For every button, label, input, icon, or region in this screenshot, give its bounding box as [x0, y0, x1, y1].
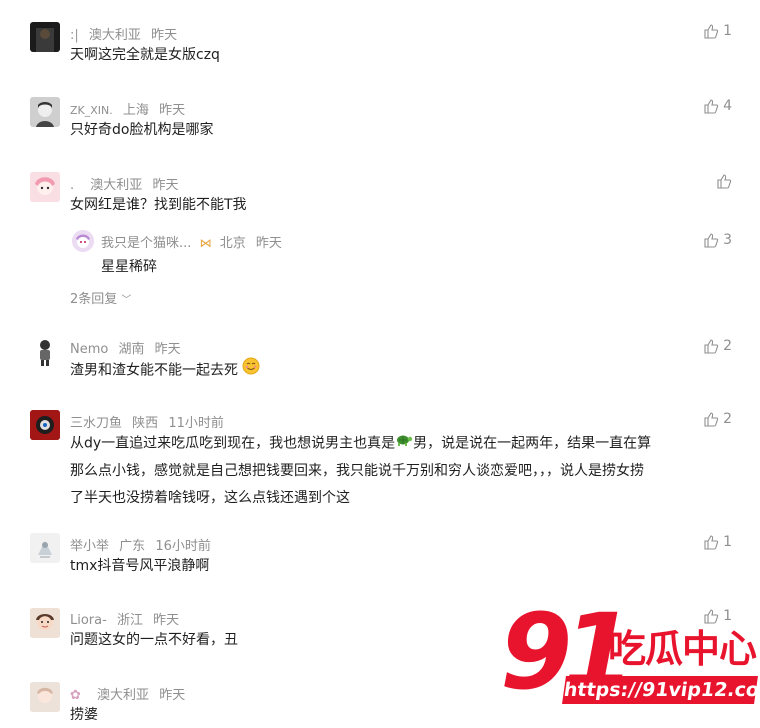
- reply-avatar[interactable]: [72, 230, 94, 252]
- avatar[interactable]: [30, 172, 60, 202]
- location: 澳大利亚: [90, 178, 143, 193]
- avatar[interactable]: [30, 337, 60, 367]
- avatar[interactable]: [30, 22, 60, 52]
- avatar[interactable]: [30, 97, 60, 127]
- comment-meta: :| 澳大利亚 昨天: [70, 24, 183, 43]
- username[interactable]: .: [70, 178, 74, 193]
- like-button[interactable]: 2: [703, 338, 732, 354]
- thumbs-up-icon: [704, 412, 719, 427]
- location: 上海: [122, 103, 149, 118]
- reply-meta: 我只是个猫咪... ⋈ 北京 昨天: [101, 232, 282, 251]
- location: 陕西: [132, 416, 159, 431]
- comment-meta: 三水刀鱼 陕西 11小时前: [70, 412, 230, 431]
- like-button[interactable]: 1: [703, 534, 732, 550]
- thumbs-up-icon: [704, 535, 719, 550]
- turtle-emoji-icon: [395, 430, 413, 457]
- like-count: 1: [723, 534, 732, 550]
- reply-username[interactable]: 我只是个猫咪...: [101, 236, 191, 251]
- like-count: 2: [723, 411, 732, 427]
- more-replies-label: 2条回复: [70, 292, 118, 307]
- flower-icon: ✿: [70, 688, 81, 703]
- chevron-down-icon: ﹀: [121, 295, 132, 306]
- comment-meta: Liora- 浙江 昨天: [70, 609, 185, 628]
- location: 澳大利亚: [97, 688, 150, 703]
- like-button[interactable]: [716, 173, 732, 189]
- thumbs-up-icon: [704, 233, 719, 248]
- watermark-url: https://91vip12.com: [562, 676, 760, 704]
- location: 浙江: [116, 613, 143, 628]
- reply-location: 北京: [219, 236, 246, 251]
- comment-meta: ZK_XIN. 上海 昨天: [70, 99, 191, 118]
- reply-timestamp: 昨天: [255, 236, 282, 251]
- location: 湖南: [118, 342, 145, 357]
- timestamp: 昨天: [154, 342, 181, 357]
- like-count: 4: [723, 98, 732, 114]
- comment-text-line: 那么点小钱，感觉就是自己想把钱要回来，我只能说千万别和穷人谈恋爱吧，，，说人是捞…: [70, 462, 644, 479]
- timestamp: 16小时前: [155, 539, 211, 554]
- comment-text: 从dy一直追过来吃瓜吃到现在，我也想说男主也真是 男，说是说在一起两年，结果一直在…: [70, 430, 730, 512]
- timestamp: 昨天: [153, 613, 180, 628]
- like-count: 3: [723, 232, 732, 248]
- thumbs-up-icon: [704, 99, 719, 114]
- like-button[interactable]: 2: [703, 411, 732, 427]
- avatar[interactable]: [30, 533, 60, 563]
- username[interactable]: Liora-: [70, 613, 107, 628]
- comment-text-line: 从dy一直追过来吃瓜吃到现在，我也想说男主也真是 男，说是说在一起两年，结果一直在…: [70, 430, 730, 458]
- comment-text-line: 了半天也没捞着啥钱呀，这么点钱还遇到个这: [70, 489, 350, 506]
- watermark-logo: 91 吃瓜中心 https://91vip12.com: [500, 600, 760, 720]
- comment-meta: Nemo 湖南 昨天: [70, 338, 187, 357]
- avatar[interactable]: [30, 410, 60, 440]
- comment-meta: 举小举 广东 16小时前: [70, 535, 217, 554]
- comment-meta: . 澳大利亚 昨天: [70, 174, 184, 193]
- username[interactable]: 举小举: [70, 539, 109, 554]
- timestamp: 昨天: [152, 178, 179, 193]
- reply-text: 星星稀碎: [101, 259, 157, 275]
- vip-badge-icon: ⋈: [199, 236, 212, 250]
- avatar[interactable]: [30, 682, 60, 712]
- comment-text: 渣男和渣女能不能一起去死: [70, 357, 730, 384]
- smile-emoji-icon: [242, 357, 260, 384]
- location: 广东: [119, 539, 146, 554]
- timestamp: 昨天: [151, 28, 178, 43]
- comment-text-content: 渣男和渣女能不能一起去死: [70, 362, 238, 379]
- timestamp: 昨天: [159, 103, 186, 118]
- like-count: 2: [723, 338, 732, 354]
- like-count: 1: [723, 23, 732, 39]
- reply-like-button[interactable]: 3: [703, 232, 732, 248]
- username[interactable]: ZK_XIN.: [70, 104, 113, 117]
- username[interactable]: 三水刀鱼: [70, 416, 122, 431]
- timestamp: 11小时前: [168, 416, 224, 431]
- timestamp: 昨天: [159, 688, 186, 703]
- username[interactable]: Nemo: [70, 342, 108, 357]
- thumbs-up-icon: [717, 174, 732, 189]
- like-button[interactable]: 1: [703, 23, 732, 39]
- more-replies-link[interactable]: 2条回复 ﹀: [70, 288, 131, 307]
- watermark-title: 吃瓜中心: [608, 627, 757, 671]
- comment-meta: ✿ 澳大利亚 昨天: [70, 684, 191, 703]
- comment-text: 天啊这完全就是女版czq: [70, 47, 220, 63]
- username[interactable]: :|: [70, 28, 79, 43]
- avatar[interactable]: [30, 608, 60, 638]
- comment-text: 只好奇do脸机构是哪家: [70, 122, 214, 138]
- thumbs-up-icon: [704, 339, 719, 354]
- like-button[interactable]: 4: [703, 98, 732, 114]
- comment-text: tmx抖音号风平浪静啊: [70, 558, 210, 574]
- location: 澳大利亚: [88, 28, 141, 43]
- thumbs-up-icon: [704, 24, 719, 39]
- comment-text: 女网红是谁？找到能不能T我: [70, 197, 247, 213]
